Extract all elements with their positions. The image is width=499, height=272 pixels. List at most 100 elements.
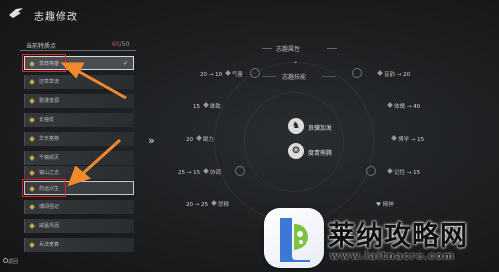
watermark-logo [264,208,324,268]
skill-label: 度青熊腾 [308,150,333,157]
trait-points-total: /50 [119,41,130,48]
diamond-icon [225,70,231,76]
trait-label: 镇山之志 [39,170,60,176]
diamond-icon [387,102,393,108]
trait-label: 千蜿顽灭 [39,155,60,161]
heart-icon: ♥ [376,202,381,208]
stat-row: 25 → 15 协调 [178,168,221,176]
back-hint[interactable]: 返回 [8,258,18,265]
stat-row: 记性 → 15 [386,168,420,176]
diamond-icon [377,70,383,76]
stat-value: 20 [186,137,193,143]
divider [262,76,276,77]
double-chevron-icon: » [148,134,155,147]
stat-value: 15 [417,137,425,143]
diamond-icon [195,135,202,141]
stat-row: 体魄 → 40 [386,102,420,110]
trait-label: 还草草流 [39,79,60,85]
watermark-logo-icon [280,218,310,262]
stat-name: 博学 [398,137,410,143]
decor-ring [244,92,344,192]
diamond-icon [29,223,35,229]
stat-name: 体魄 [394,104,406,110]
diamond-icon [387,168,393,174]
trait-item[interactable]: 千蜿顽灭 [24,151,134,165]
stat-name: 精神 [382,202,394,208]
trait-item[interactable]: 兵法奇算 [24,238,134,252]
tab-skills[interactable]: 志趣技能 [282,72,306,81]
trait-points-count: 60/50 [112,41,129,48]
trait-label: 兵法奇算 [39,242,60,248]
trait-label: 威猛巩固 [39,223,60,229]
stat-value: 40 [413,104,421,110]
header-bar: 志趣修改 [0,0,499,28]
trait-points-current: 60 [112,41,120,48]
diamond-icon [391,135,397,141]
diamond-icon [29,79,35,85]
trait-item[interactable]: 威猛巩固 [24,219,134,233]
trait-label: 华天格物 [39,136,60,142]
divider [327,48,337,49]
check-icon: ✓ [122,60,128,67]
stat-row: 15 维致 [193,102,221,110]
diamond-icon [29,117,35,123]
trait-item[interactable]: 长袖仗 [24,113,134,127]
annotation-box [22,54,66,72]
diamond-icon [29,170,35,176]
stat-from: 20 [200,72,207,78]
trait-label: 长袖仗 [39,117,55,123]
trait-label: 勤谨逢源 [39,98,60,104]
bear-icon[interactable]: ❂ [288,143,304,159]
stat-from: 25 [178,170,185,176]
stat-to: 10 [215,72,223,78]
horse-icon[interactable]: ♞ [288,118,304,134]
divider [262,48,272,49]
watermark-title: 莱纳攻略网 [328,221,468,252]
divider [322,76,336,77]
trait-list-panel: 当前特质点 60/50 草莽英雄 ✓ 还草草流 勤谨逢源 长袖仗 华天格物 千蜿… [20,38,138,256]
stat-value: 15 [413,170,421,176]
stat-row: 音韵 → 20 [376,70,410,78]
skill-label: 良骥加发 [308,125,333,132]
diamond-icon [29,136,35,142]
stat-value: 20 [403,72,411,78]
trait-item[interactable]: 勤谨逢源 [24,94,134,108]
trait-label: 博闻强记 [39,204,60,210]
stat-ring-icon [235,166,245,176]
back-logo-icon[interactable] [8,7,24,19]
stat-row: 20 → 25 悲精 [186,200,229,208]
stat-name: 协调 [209,170,221,176]
tab-attributes[interactable]: 志趣属性 [276,44,300,53]
stat-ring-icon [250,68,260,78]
stat-to: 15 [193,170,201,176]
watermark-url: www.laitnacre.com [330,251,455,262]
trait-item[interactable]: 华天格物 [24,132,134,146]
diamond-icon [29,242,35,248]
diamond-icon [202,102,209,108]
diamond-icon [203,168,209,174]
stat-from: 20 [186,202,193,208]
divider [20,50,136,51]
stat-ring-icon [366,166,376,176]
stat-name: 维致 [209,104,221,110]
stat-row: 20 眼力 [186,135,214,143]
trait-item[interactable]: 镇山之志 [24,166,134,180]
diamond-icon [29,204,35,210]
stat-to: 25 [201,202,209,208]
stat-row: 20 → 10 气量 [200,70,243,78]
stat-row: ♥ 精神 [376,200,394,208]
trait-points-label: 当前特质点 [26,43,57,50]
page-title: 志趣修改 [34,12,78,23]
diamond-icon [211,200,217,206]
trait-item[interactable]: 博闻强记 [24,200,134,214]
stat-row: 博学 → 15 [390,135,424,143]
diamond-icon [29,155,35,161]
stat-name: 记性 [394,170,406,176]
chevron-down-icon: ⌄ [293,58,299,65]
stat-name: 气量 [231,72,243,78]
annotation-box [22,179,66,197]
stat-name: 悲精 [217,202,229,208]
stat-name: 音韵 [384,72,396,78]
trait-item[interactable]: 还草草流 [24,75,134,89]
diamond-icon [29,98,35,104]
